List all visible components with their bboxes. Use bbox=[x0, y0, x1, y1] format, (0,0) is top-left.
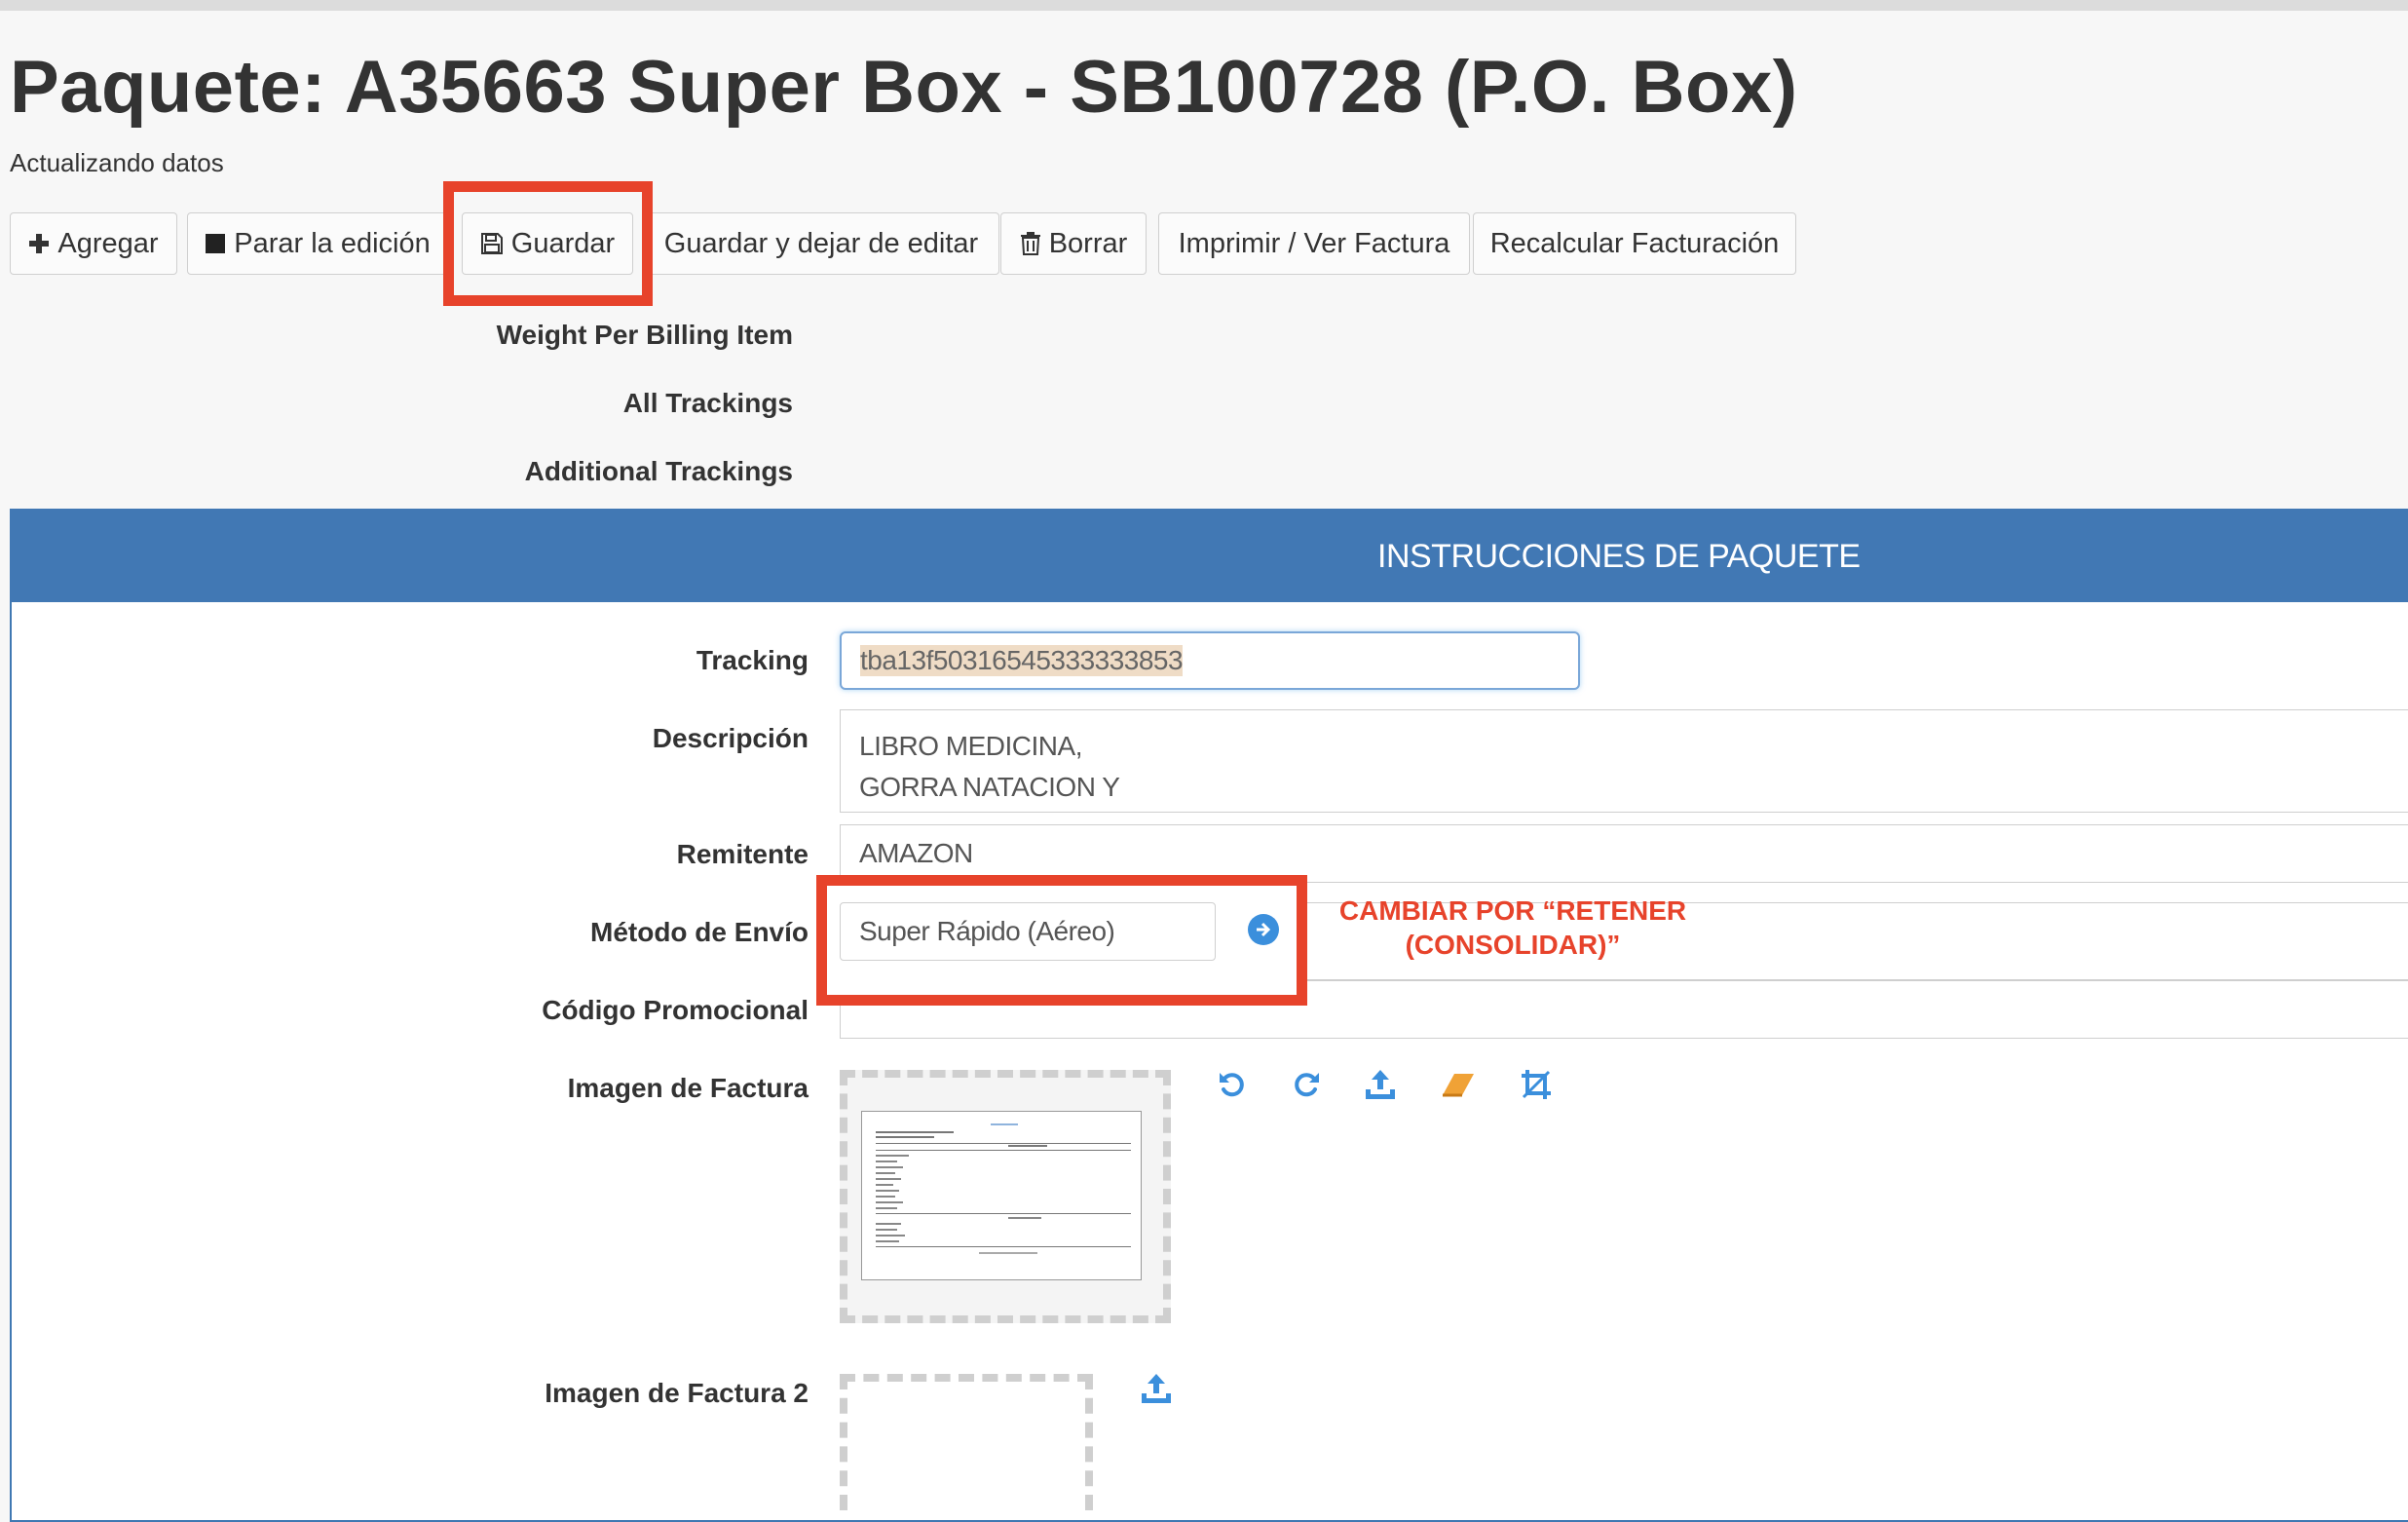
print-invoice-button-label: Imprimir / Ver Factura bbox=[1178, 227, 1450, 259]
descripcion-line-1: LIBRO MEDICINA, bbox=[859, 731, 1082, 761]
codigo-promocional-input-right[interactable] bbox=[1307, 980, 2408, 1039]
remitente-label: Remitente bbox=[676, 839, 809, 869]
delete-button[interactable]: Borrar bbox=[1000, 212, 1147, 275]
codigo-promocional-label: Código Promocional bbox=[542, 995, 809, 1025]
invoice-document-image bbox=[876, 1123, 1131, 1254]
upload-icon-2[interactable] bbox=[1137, 1369, 1176, 1408]
top-divider bbox=[0, 0, 2408, 11]
recalculate-billing-button-label: Recalcular Facturación bbox=[1489, 227, 1780, 259]
annotation-line-2: (CONSOLIDAR)” bbox=[1405, 930, 1621, 960]
stop-edit-button[interactable]: Parar la edición bbox=[187, 212, 448, 275]
recalculate-billing-button[interactable]: Recalcular Facturación bbox=[1473, 212, 1796, 275]
imagen-factura-label: Imagen de Factura bbox=[567, 1073, 809, 1103]
save-highlight-box bbox=[443, 181, 653, 306]
tracking-value: tba13f50316545333333853 bbox=[860, 645, 1184, 676]
add-button[interactable]: Agregar bbox=[10, 212, 177, 275]
trash-icon bbox=[1020, 232, 1040, 255]
annotation-line-1: CAMBIAR POR “RETENER bbox=[1338, 895, 1687, 926]
print-invoice-button[interactable]: Imprimir / Ver Factura bbox=[1158, 212, 1470, 275]
tracking-input[interactable]: tba13f50316545333333853 bbox=[840, 631, 1580, 690]
weight-per-billing-item-label: Weight Per Billing Item bbox=[496, 320, 793, 350]
add-button-label: Agregar bbox=[57, 227, 159, 259]
rotate-right-icon[interactable] bbox=[1287, 1065, 1326, 1104]
stop-icon bbox=[206, 234, 226, 253]
descripcion-textarea[interactable]: LIBRO MEDICINA, GORRA NATACION Y bbox=[840, 709, 2408, 813]
stop-edit-button-label: Parar la edición bbox=[234, 227, 431, 259]
panel-title: INSTRUCCIONES DE PAQUETE bbox=[1377, 538, 1861, 575]
metodo-envio-label: Método de Envío bbox=[590, 917, 809, 947]
eraser-icon[interactable] bbox=[1439, 1065, 1478, 1104]
delete-button-label: Borrar bbox=[1048, 227, 1128, 259]
rotate-left-icon[interactable] bbox=[1213, 1065, 1252, 1104]
shipping-method-highlight-box bbox=[816, 875, 1307, 1006]
invoice-image-2-dropzone[interactable] bbox=[840, 1374, 1093, 1510]
change-instruction-annotation: CAMBIAR POR “RETENER (CONSOLIDAR)” bbox=[1331, 894, 1695, 962]
codigo-promocional-input[interactable] bbox=[840, 1006, 1307, 1039]
invoice-thumbnail[interactable] bbox=[861, 1111, 1142, 1280]
panel-header bbox=[10, 509, 2408, 602]
save-and-stop-button-label: Guardar y dejar de editar bbox=[663, 227, 979, 259]
page-subtitle: Actualizando datos bbox=[10, 148, 224, 177]
descripcion-line-2: GORRA NATACION Y bbox=[859, 772, 1120, 802]
remitente-value: AMAZON bbox=[859, 838, 973, 868]
upload-icon[interactable] bbox=[1361, 1065, 1400, 1104]
descripcion-label: Descripción bbox=[652, 723, 809, 753]
page-title: Paquete: A35663 Super Box - SB100728 (P.… bbox=[10, 46, 1798, 129]
imagen-factura-2-label: Imagen de Factura 2 bbox=[545, 1378, 809, 1408]
tracking-label: Tracking bbox=[696, 645, 809, 675]
all-trackings-label: All Trackings bbox=[622, 388, 793, 418]
plus-icon bbox=[29, 234, 50, 253]
crop-icon[interactable] bbox=[1517, 1065, 1556, 1104]
additional-trackings-label: Additional Trackings bbox=[524, 456, 793, 486]
save-and-stop-button[interactable]: Guardar y dejar de editar bbox=[643, 212, 999, 275]
remitente-input[interactable]: AMAZON bbox=[840, 824, 2408, 883]
